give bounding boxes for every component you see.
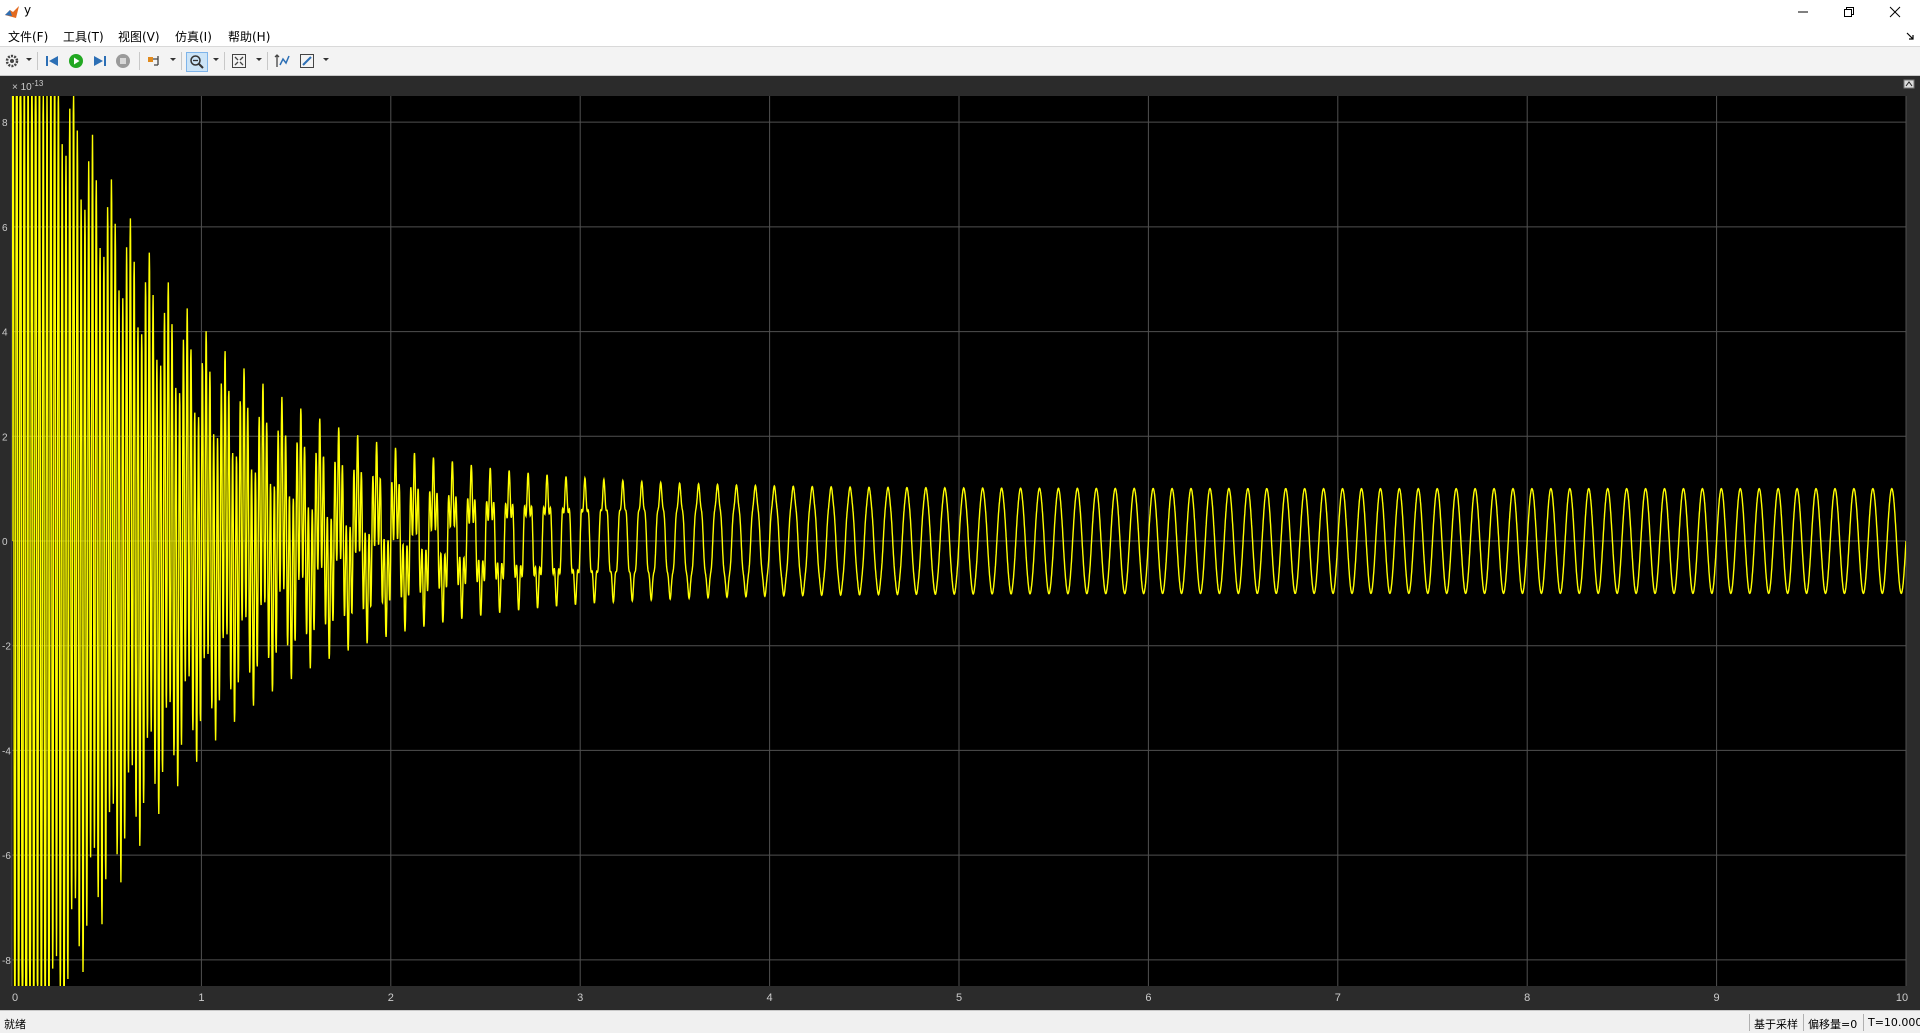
y-exponent-label: × 10-13 — [12, 79, 44, 93]
status-separator — [1749, 1014, 1750, 1031]
step-forward-icon[interactable] — [90, 52, 110, 70]
y-tick-label: 2 — [2, 432, 8, 443]
step-back-icon[interactable] — [42, 52, 62, 70]
scope-window: y 文件(F) 工具(T) 视图(V) 仿真(I) 帮助(H) 0 1 2 3 … — [0, 0, 1920, 1033]
toolbar-separator — [267, 52, 268, 70]
menu-bar: 文件(F) 工具(T) 视图(V) 仿真(I) 帮助(H) — [0, 24, 1920, 47]
highlight-icon[interactable] — [144, 52, 164, 70]
style-icon[interactable] — [297, 52, 317, 70]
y-tick-label: 4 — [2, 328, 8, 339]
y-tick-label: -2 — [2, 642, 11, 653]
x-tick-label: 6 — [1145, 992, 1151, 1004]
toolbar-separator — [37, 52, 38, 70]
menu-file[interactable]: 文件(F) — [8, 28, 48, 45]
y-tick-label: -4 — [2, 746, 11, 757]
fit-dropdown-caret[interactable] — [256, 58, 262, 61]
expand-legend-icon[interactable] — [1903, 79, 1915, 89]
window-title: y — [24, 3, 32, 17]
restore-icon[interactable] — [1826, 0, 1872, 24]
x-tick-label: 5 — [956, 992, 962, 1004]
status-text: 就绪 — [4, 1018, 26, 1031]
minimize-icon[interactable] — [1780, 0, 1826, 24]
stop-icon[interactable] — [113, 52, 133, 70]
y-tick-label: -8 — [2, 956, 11, 967]
scope-display[interactable]: 0 1 2 3 4 5 6 7 8 9 10 8 6 4 2 0 -2 -4 -6 -8 × 10-13 — [0, 76, 1920, 1010]
x-tick-label: 7 — [1335, 992, 1341, 1004]
highlight-dropdown-caret[interactable] — [170, 58, 176, 61]
settings-dropdown-caret[interactable] — [26, 58, 32, 61]
x-tick-label: 9 — [1714, 992, 1720, 1004]
status-separator — [1803, 1014, 1804, 1031]
menu-simulation[interactable]: 仿真(I) — [175, 28, 212, 45]
style-dropdown-caret[interactable] — [323, 58, 329, 61]
matlab-icon — [4, 4, 20, 20]
y-tick-label: 0 — [2, 537, 8, 548]
scope-plot[interactable]: 0 1 2 3 4 5 6 7 8 9 10 8 6 4 2 0 -2 -4 -6 -8 × 10-13 — [0, 76, 1920, 1010]
offset-status: 偏移量=0 — [1808, 1018, 1858, 1031]
x-tick-label: 8 — [1524, 992, 1530, 1004]
scale-y-icon[interactable] — [272, 52, 292, 70]
y-tick-labels: 8 6 4 2 0 -2 -4 -6 -8 — [2, 118, 11, 967]
y-tick-label: -6 — [2, 851, 11, 862]
status-bar: 就绪 基于采样 偏移量=0 T=10.000 — [0, 1010, 1920, 1033]
menu-tools[interactable]: 工具(T) — [63, 28, 104, 45]
sample-mode-status: 基于采样 — [1754, 1018, 1798, 1031]
zoom-icon[interactable] — [186, 52, 208, 72]
undock-arrow-icon[interactable] — [1905, 28, 1915, 47]
menu-help[interactable]: 帮助(H) — [228, 28, 270, 45]
close-icon[interactable] — [1872, 0, 1918, 24]
status-separator — [1863, 1014, 1864, 1031]
x-tick-label: 3 — [577, 992, 583, 1004]
x-tick-label: 2 — [388, 992, 394, 1004]
time-status: T=10.000 — [1868, 1016, 1920, 1029]
zoom-dropdown-caret[interactable] — [213, 58, 219, 61]
run-icon[interactable] — [66, 52, 86, 70]
x-tick-label: 10 — [1896, 992, 1908, 1004]
toolbar-separator — [181, 52, 182, 70]
toolbar — [0, 47, 1920, 76]
title-bar: y — [0, 0, 1920, 24]
toolbar-separator — [139, 52, 140, 70]
x-tick-labels: 0 1 2 3 4 5 6 7 8 9 10 — [12, 992, 1908, 1004]
x-tick-label: 0 — [12, 992, 18, 1004]
menu-view[interactable]: 视图(V) — [118, 28, 160, 45]
settings-icon[interactable] — [2, 52, 22, 70]
x-tick-label: 1 — [198, 992, 204, 1004]
x-tick-label: 4 — [767, 992, 773, 1004]
y-tick-label: 8 — [2, 118, 8, 129]
y-tick-label: 6 — [2, 223, 8, 234]
toolbar-separator — [224, 52, 225, 70]
fit-to-view-icon[interactable] — [229, 52, 249, 70]
